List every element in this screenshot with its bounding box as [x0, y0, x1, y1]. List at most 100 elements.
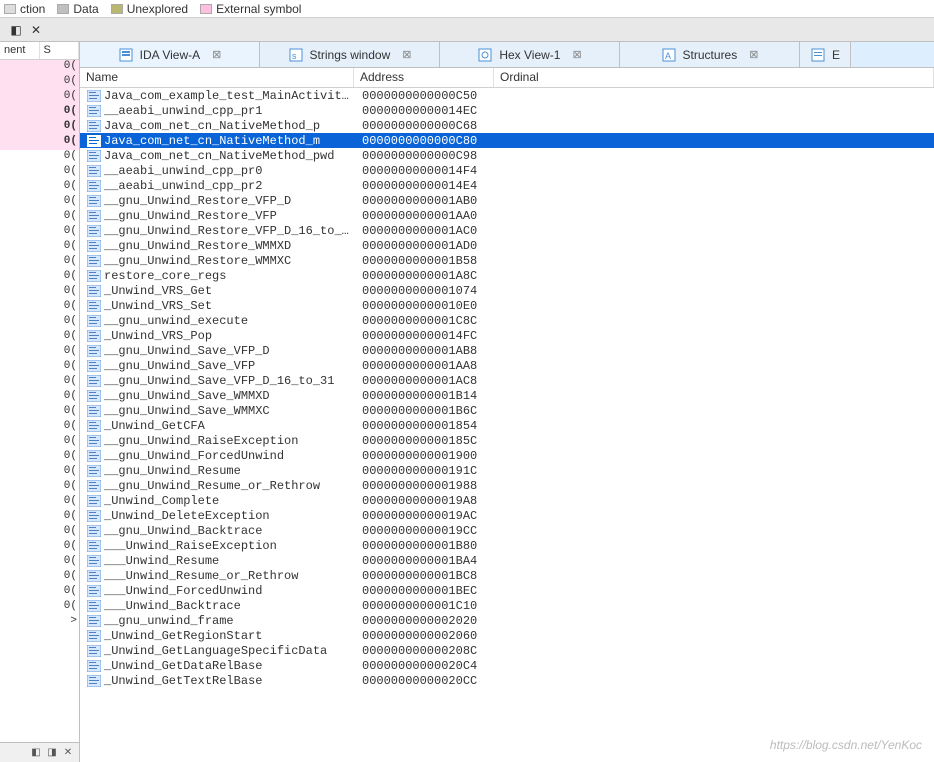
left-row[interactable]: >: [0, 615, 79, 630]
tab-e[interactable]: E: [800, 42, 851, 67]
pin-icon[interactable]: ◧: [8, 22, 24, 38]
left-row[interactable]: 0(: [0, 330, 79, 345]
tab-ida-view-a[interactable]: IDA View-A⊠: [80, 42, 260, 67]
function-icon: [86, 644, 102, 658]
table-row[interactable]: _Unwind_GetDataRelBase00000000000020C4: [80, 658, 934, 673]
table-row[interactable]: __gnu_Unwind_Save_VFP_D0000000000001AB8: [80, 343, 934, 358]
table-row[interactable]: __aeabi_unwind_cpp_pr200000000000014E4: [80, 178, 934, 193]
left-row[interactable]: 0(: [0, 180, 79, 195]
left-row[interactable]: 0(: [0, 255, 79, 270]
table-row[interactable]: __gnu_Unwind_Backtrace00000000000019CC: [80, 523, 934, 538]
left-row[interactable]: 0(: [0, 135, 79, 150]
left-col2[interactable]: S: [40, 42, 80, 59]
left-row[interactable]: 0(: [0, 300, 79, 315]
tab-structures[interactable]: AStructures⊠: [620, 42, 800, 67]
table-row[interactable]: __gnu_Unwind_Restore_VFP_D0000000000001A…: [80, 193, 934, 208]
table-row[interactable]: _Unwind_GetLanguageSpecificData000000000…: [80, 643, 934, 658]
left-row[interactable]: 0(: [0, 420, 79, 435]
left-row[interactable]: 0(: [0, 120, 79, 135]
left-row[interactable]: 0(: [0, 465, 79, 480]
table-row[interactable]: __gnu_unwind_frame0000000000002020: [80, 613, 934, 628]
left-row[interactable]: 0(: [0, 75, 79, 90]
left-row[interactable]: 0(: [0, 60, 79, 75]
table-row[interactable]: __gnu_Unwind_Restore_WMMXD0000000000001A…: [80, 238, 934, 253]
left-row[interactable]: 0(: [0, 315, 79, 330]
table-row[interactable]: ___Unwind_Backtrace0000000000001C10: [80, 598, 934, 613]
left-row[interactable]: 0(: [0, 165, 79, 180]
tab-strings-window[interactable]: sStrings window⊠: [260, 42, 440, 67]
table-row[interactable]: ___Unwind_Resume0000000000001BA4: [80, 553, 934, 568]
close-icon[interactable]: ⊠: [212, 48, 221, 61]
left-row[interactable]: 0(: [0, 600, 79, 615]
table-row[interactable]: __gnu_Unwind_Save_WMMXC0000000000001B6C: [80, 403, 934, 418]
left-row[interactable]: 0(: [0, 375, 79, 390]
tab-pin-icon[interactable]: ◧: [29, 746, 43, 760]
left-col1[interactable]: nent: [0, 42, 40, 59]
left-row[interactable]: 0(: [0, 540, 79, 555]
left-row[interactable]: 0(: [0, 525, 79, 540]
table-row[interactable]: __gnu_Unwind_ForcedUnwind000000000000190…: [80, 448, 934, 463]
left-row[interactable]: 0(: [0, 285, 79, 300]
table-row[interactable]: __gnu_unwind_execute0000000000001C8C: [80, 313, 934, 328]
table-row[interactable]: __gnu_Unwind_Save_WMMXD0000000000001B14: [80, 388, 934, 403]
col-ordinal[interactable]: Ordinal: [494, 68, 934, 87]
strings-icon: s: [288, 47, 304, 63]
table-row[interactable]: ___Unwind_Resume_or_Rethrow0000000000001…: [80, 568, 934, 583]
left-row[interactable]: 0(: [0, 555, 79, 570]
left-row[interactable]: 0(: [0, 240, 79, 255]
table-row[interactable]: __gnu_Unwind_RaiseException0000000000001…: [80, 433, 934, 448]
left-row[interactable]: 0(: [0, 360, 79, 375]
table-row[interactable]: __gnu_Unwind_Restore_VFP0000000000001AA0: [80, 208, 934, 223]
left-row[interactable]: 0(: [0, 195, 79, 210]
table-row[interactable]: Java_com_net_cn_NativeMethod_pwd00000000…: [80, 148, 934, 163]
left-row[interactable]: 0(: [0, 450, 79, 465]
tab-hex-view-1[interactable]: Hex View-1⊠: [440, 42, 620, 67]
table-row[interactable]: __gnu_Unwind_Save_VFP_D_16_to_3100000000…: [80, 373, 934, 388]
left-row[interactable]: 0(: [0, 270, 79, 285]
left-row[interactable]: 0(: [0, 210, 79, 225]
function-list[interactable]: Java_com_example_test_MainActivity_get…0…: [80, 88, 934, 762]
table-row[interactable]: Java_com_net_cn_NativeMethod_m0000000000…: [80, 133, 934, 148]
table-row[interactable]: __aeabi_unwind_cpp_pr000000000000014F4: [80, 163, 934, 178]
left-row[interactable]: 0(: [0, 390, 79, 405]
tab-close-icon[interactable]: ✕: [61, 746, 75, 760]
close-icon[interactable]: ✕: [28, 22, 44, 38]
tab-unpin-icon[interactable]: ◨: [45, 746, 59, 760]
table-row[interactable]: _Unwind_GetRegionStart0000000000002060: [80, 628, 934, 643]
table-row[interactable]: Java_com_example_test_MainActivity_get…0…: [80, 88, 934, 103]
left-row[interactable]: 0(: [0, 345, 79, 360]
close-icon[interactable]: ⊠: [402, 48, 411, 61]
table-row[interactable]: _Unwind_VRS_Get0000000000001074: [80, 283, 934, 298]
left-row[interactable]: 0(: [0, 495, 79, 510]
table-row[interactable]: ___Unwind_ForcedUnwind0000000000001BEC: [80, 583, 934, 598]
table-row[interactable]: _Unwind_Complete00000000000019A8: [80, 493, 934, 508]
left-row[interactable]: 0(: [0, 405, 79, 420]
left-row[interactable]: 0(: [0, 105, 79, 120]
table-row[interactable]: restore_core_regs0000000000001A8C: [80, 268, 934, 283]
left-row[interactable]: 0(: [0, 480, 79, 495]
left-row[interactable]: 0(: [0, 570, 79, 585]
table-row[interactable]: _Unwind_GetCFA0000000000001854: [80, 418, 934, 433]
table-row[interactable]: _Unwind_VRS_Set00000000000010E0: [80, 298, 934, 313]
col-address[interactable]: Address: [354, 68, 494, 87]
table-row[interactable]: _Unwind_DeleteException00000000000019AC: [80, 508, 934, 523]
left-row[interactable]: 0(: [0, 435, 79, 450]
close-icon[interactable]: ⊠: [572, 48, 581, 61]
table-row[interactable]: __gnu_Unwind_Resume000000000000191C: [80, 463, 934, 478]
close-icon[interactable]: ⊠: [749, 48, 758, 61]
table-row[interactable]: __gnu_Unwind_Restore_WMMXC0000000000001B…: [80, 253, 934, 268]
table-row[interactable]: _Unwind_VRS_Pop00000000000014FC: [80, 328, 934, 343]
table-row[interactable]: ___Unwind_RaiseException0000000000001B80: [80, 538, 934, 553]
table-row[interactable]: __gnu_Unwind_Restore_VFP_D_16_to_3100000…: [80, 223, 934, 238]
col-name[interactable]: Name: [80, 68, 354, 87]
table-row[interactable]: _Unwind_GetTextRelBase00000000000020CC: [80, 673, 934, 688]
table-row[interactable]: Java_com_net_cn_NativeMethod_p0000000000…: [80, 118, 934, 133]
left-row[interactable]: 0(: [0, 510, 79, 525]
left-row[interactable]: 0(: [0, 90, 79, 105]
left-row[interactable]: 0(: [0, 225, 79, 240]
left-row[interactable]: 0(: [0, 150, 79, 165]
table-row[interactable]: __gnu_Unwind_Save_VFP0000000000001AA8: [80, 358, 934, 373]
table-row[interactable]: __aeabi_unwind_cpp_pr100000000000014EC: [80, 103, 934, 118]
left-row[interactable]: 0(: [0, 585, 79, 600]
table-row[interactable]: __gnu_Unwind_Resume_or_Rethrow0000000000…: [80, 478, 934, 493]
